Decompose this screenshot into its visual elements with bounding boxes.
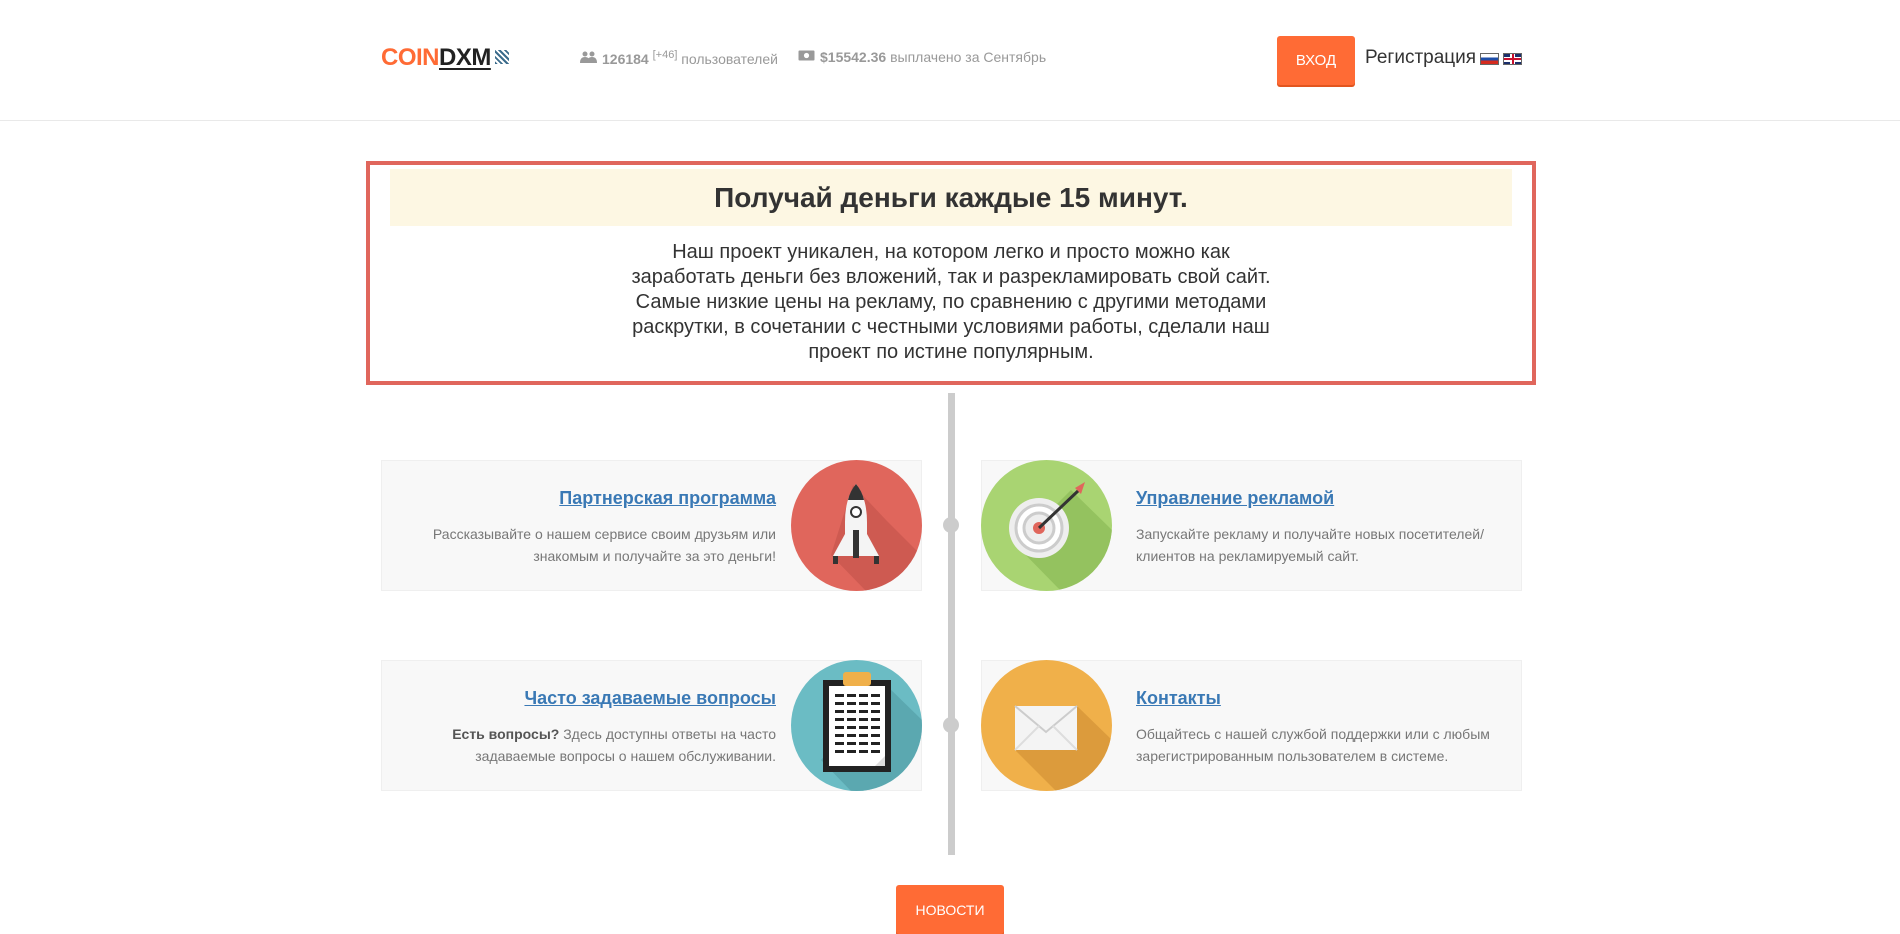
header: COINDXM 126184 [+46] пользователей $1554…	[0, 0, 1900, 121]
envelope-icon[interactable]	[981, 660, 1112, 791]
users-delta: [+46]	[652, 49, 678, 61]
faq-description: Есть вопросы? Здесь доступны ответы на ч…	[452, 726, 776, 764]
feature-card-partner: Партнерская программа Рассказывайте о на…	[381, 460, 922, 591]
paid-amount: $15542.36	[820, 49, 887, 65]
hero-box: Получай деньги каждые 15 минут. Наш прое…	[366, 161, 1536, 385]
hero-line: Самые низкие цены на рекламу, по сравнен…	[635, 291, 1267, 313]
contacts-description: Общайтесь с нашей службой поддержки или …	[1136, 726, 1490, 764]
ru-flag-icon[interactable]	[1480, 53, 1499, 65]
ads-description: Запускайте рекламу и получайте новых пос…	[1136, 526, 1484, 564]
hero-line: Наш проект уникален, на котором легко и …	[672, 241, 1230, 263]
paid-label: выплачено за Сентябрь	[890, 49, 1047, 65]
feature-card-faq: Часто задаваемые вопросы Есть вопросы? З…	[381, 660, 922, 791]
login-button[interactable]: ВХОД	[1277, 36, 1355, 85]
hero-line: заработать деньги без вложений, так и ра…	[631, 266, 1271, 288]
users-count: 126184	[602, 51, 649, 67]
feature-card-contacts: Контакты Общайтесь с нашей службой подде…	[981, 660, 1522, 791]
timeline-dot	[943, 717, 959, 733]
contacts-link[interactable]: Контакты	[1136, 688, 1221, 709]
money-icon	[798, 48, 815, 64]
hero-title: Получай деньги каждые 15 минут.	[714, 181, 1188, 213]
feature-card-ads: Управление рекламой Запускайте рекламу и…	[981, 460, 1522, 591]
hero-line: проект по истине популярным.	[808, 341, 1094, 363]
users-stat: 126184 [+46] пользователей	[580, 49, 778, 68]
ads-management-link[interactable]: Управление рекламой	[1136, 488, 1334, 509]
clipboard-icon[interactable]	[791, 660, 922, 791]
faq-link[interactable]: Часто задаваемые вопросы	[524, 688, 776, 709]
partner-description: Рассказывайте о нашем сервисе своим друз…	[432, 526, 776, 564]
paid-stat: $15542.36 выплачено за Сентябрь	[798, 49, 1046, 66]
hero-description: Наш проект уникален, на котором легко и …	[610, 240, 1292, 365]
en-flag-icon[interactable]	[1503, 53, 1522, 65]
target-icon[interactable]	[981, 460, 1112, 591]
site-logo[interactable]: COINDXM	[381, 45, 509, 71]
rocket-icon[interactable]	[791, 460, 922, 591]
hero-line: раскрутки, в сочетании с честными услови…	[632, 316, 1270, 338]
register-link[interactable]: Регистрация	[1365, 47, 1476, 69]
logo-checker-icon	[494, 49, 509, 64]
users-icon	[580, 50, 597, 66]
page: COINDXM 126184 [+46] пользователей $1554…	[0, 0, 1900, 934]
timeline-dot	[943, 517, 959, 533]
news-button[interactable]: НОВОСТИ	[896, 885, 1004, 934]
timeline-line	[948, 393, 955, 855]
partner-program-link[interactable]: Партнерская программа	[559, 488, 776, 509]
users-label: пользователей	[681, 51, 778, 67]
hero-title-band: Получай деньги каждые 15 минут.	[390, 169, 1512, 226]
